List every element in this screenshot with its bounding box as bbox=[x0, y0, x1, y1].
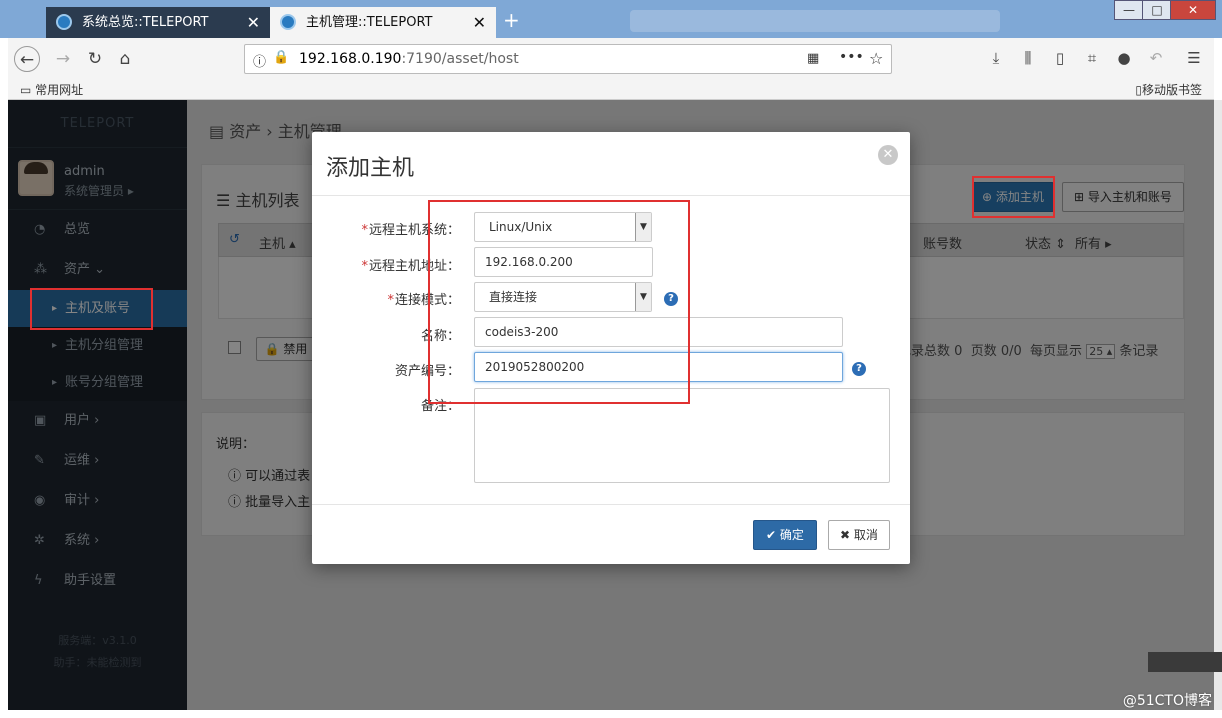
download-icon[interactable]: ⤓ bbox=[986, 48, 1006, 68]
maximize-button[interactable]: □ bbox=[1142, 0, 1172, 20]
menu-icon[interactable]: ☰ bbox=[1184, 48, 1204, 68]
undo-icon[interactable]: ↶ bbox=[1146, 48, 1166, 68]
tab-label: 主机管理::TELEPORT bbox=[306, 15, 433, 30]
dialog-close-icon[interactable]: ✕ bbox=[878, 145, 898, 165]
qrcode-icon[interactable]: ▦ bbox=[807, 51, 819, 66]
scrollbar[interactable] bbox=[1214, 100, 1222, 710]
url-host: 192.168.0.190 bbox=[299, 51, 402, 67]
teleport-favicon-icon bbox=[280, 14, 296, 30]
forward-icon[interactable]: → bbox=[50, 46, 76, 72]
bookmark-star-icon[interactable]: ☆ bbox=[869, 49, 883, 68]
bookmarks-bar: ▭ 常用网址 ▯移动版书签 bbox=[8, 78, 1214, 100]
browser-toolbar: ← → ↻ ⌂ ⓘ 🔒 192.168.0.190:7190/asset/hos… bbox=[8, 38, 1214, 78]
highlight-add-host-button bbox=[972, 176, 1055, 218]
info-icon[interactable]: ⓘ bbox=[253, 51, 266, 70]
watermark: @51CTO博客 bbox=[1122, 693, 1212, 709]
dialog-footer: ✔ 确定 ✖ 取消 bbox=[312, 504, 910, 564]
address-bar[interactable]: ⓘ 🔒 192.168.0.190:7190/asset/host ▦ ••• … bbox=[244, 44, 892, 74]
window-close-button[interactable]: ✕ bbox=[1170, 0, 1216, 20]
tab-close-icon[interactable]: ✕ bbox=[473, 7, 486, 38]
confirm-button[interactable]: ✔ 确定 bbox=[753, 520, 817, 550]
highlight-form-fields bbox=[428, 200, 690, 404]
teleport-favicon-icon bbox=[56, 14, 72, 30]
insecure-lock-icon: 🔒 bbox=[273, 50, 290, 65]
ime-toolbar[interactable] bbox=[1148, 652, 1222, 672]
chat-icon[interactable]: ● bbox=[1114, 48, 1134, 68]
library-icon[interactable]: ⫼ bbox=[1018, 48, 1038, 68]
url-path: :7190/asset/host bbox=[401, 51, 519, 67]
tab-close-icon[interactable]: ✕ bbox=[247, 7, 260, 38]
dialog-title: 添加主机 bbox=[326, 156, 415, 181]
tab-label: 系统总览::TELEPORT bbox=[82, 15, 209, 30]
highlight-sidebar-host-accounts bbox=[30, 288, 153, 330]
home-icon[interactable]: ⌂ bbox=[112, 46, 138, 72]
sidebar-icon[interactable]: ▯ bbox=[1050, 48, 1070, 68]
new-tab-button[interactable]: + bbox=[503, 8, 520, 32]
screenshot-icon[interactable]: ⌗ bbox=[1082, 48, 1102, 68]
browser-tab-strip: 系统总览::TELEPORT ✕ 主机管理::TELEPORT ✕ + — □ … bbox=[0, 0, 1222, 38]
reload-icon[interactable]: ↻ bbox=[82, 46, 108, 72]
blurred-background-window bbox=[630, 10, 1000, 32]
bookmark-common-sites[interactable]: ▭ 常用网址 bbox=[20, 81, 83, 98]
tab-overview[interactable]: 系统总览::TELEPORT ✕ bbox=[46, 7, 270, 38]
tab-host-management[interactable]: 主机管理::TELEPORT ✕ bbox=[270, 7, 496, 38]
back-icon[interactable]: ← bbox=[14, 46, 40, 72]
bookmark-mobile[interactable]: ▯移动版书签 bbox=[1135, 81, 1202, 98]
minimize-button[interactable]: — bbox=[1114, 0, 1144, 20]
page-actions-icon[interactable]: ••• bbox=[839, 49, 864, 65]
help-icon[interactable]: ? bbox=[852, 362, 866, 376]
cancel-button[interactable]: ✖ 取消 bbox=[828, 520, 890, 550]
dialog-header: 添加主机 ✕ bbox=[312, 132, 910, 196]
